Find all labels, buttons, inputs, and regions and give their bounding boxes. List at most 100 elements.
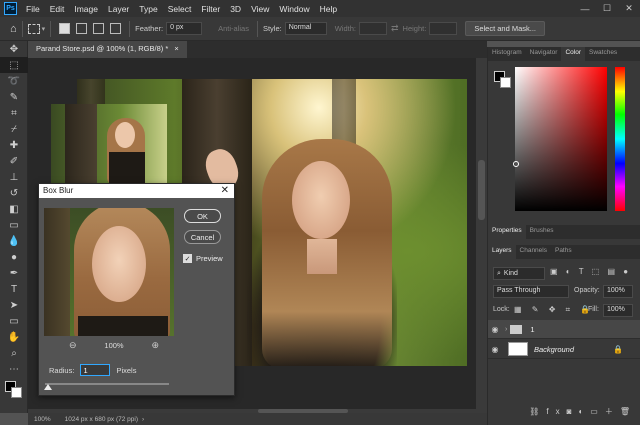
- clone-stamp-tool-icon[interactable]: ⊥: [0, 169, 28, 185]
- menu-image[interactable]: Image: [69, 4, 103, 14]
- tab-histogram[interactable]: Histogram: [488, 47, 526, 61]
- tab-properties[interactable]: Properties: [488, 225, 526, 239]
- layer-row[interactable]: ◉ Background 🔒: [488, 340, 640, 359]
- quick-selection-tool-icon[interactable]: ✎: [0, 89, 28, 105]
- radius-input[interactable]: 1: [80, 364, 111, 376]
- style-select[interactable]: Normal: [284, 22, 327, 35]
- menu-view[interactable]: View: [246, 4, 274, 14]
- menu-type[interactable]: Type: [134, 4, 162, 14]
- layer-filter-icons[interactable]: ▣ ◐ T ⬚ ▤ ●: [550, 267, 631, 276]
- background-color-swatch[interactable]: [11, 387, 22, 398]
- lock-icons[interactable]: ▦ ✎ ✥ ⌗ 🔒: [514, 305, 594, 315]
- eraser-tool-icon[interactable]: ◧: [0, 201, 28, 217]
- radius-slider-handle[interactable]: [44, 384, 52, 390]
- chevron-down-icon[interactable]: ▾: [42, 25, 46, 33]
- marquee-tool-icon[interactable]: [27, 23, 40, 34]
- fill-input[interactable]: 100%: [603, 304, 633, 317]
- document-tab[interactable]: Parand Store.psd @ 100% (1, RGB/8) * ×: [28, 41, 187, 58]
- fx-icon[interactable]: fx: [546, 407, 566, 416]
- hue-slider[interactable]: [615, 67, 625, 211]
- tab-paths[interactable]: Paths: [551, 245, 576, 259]
- new-selection-icon[interactable]: [59, 23, 71, 34]
- zoom-out-icon[interactable]: ⊖: [69, 340, 77, 351]
- menu-edit[interactable]: Edit: [45, 4, 70, 14]
- zoom-tool-icon[interactable]: ⌕: [0, 345, 28, 361]
- link-layers-icon[interactable]: ⛓: [529, 407, 546, 416]
- menu-window[interactable]: Window: [274, 4, 314, 14]
- zoom-in-icon[interactable]: ⊕: [151, 340, 159, 351]
- minimize-button[interactable]: —: [574, 0, 596, 17]
- zoom-level[interactable]: 100%: [34, 416, 51, 423]
- hand-tool-icon[interactable]: ✋: [0, 329, 28, 345]
- swap-icon[interactable]: ⇄: [391, 23, 399, 34]
- type-tool-icon[interactable]: T: [0, 281, 28, 297]
- history-brush-tool-icon[interactable]: ↺: [0, 185, 28, 201]
- path-selection-tool-icon[interactable]: ➤: [0, 297, 28, 313]
- trash-icon[interactable]: 🗑: [620, 407, 637, 416]
- gradient-tool-icon[interactable]: ▭: [0, 217, 28, 233]
- vertical-scrollbar[interactable]: [476, 58, 487, 409]
- brush-tool-icon[interactable]: ✐: [0, 153, 28, 169]
- layer-filter-select[interactable]: ⌕ Kind: [493, 267, 545, 280]
- menu-layer[interactable]: Layer: [103, 4, 134, 14]
- marquee-tool-icon[interactable]: ⬚: [0, 57, 28, 73]
- tab-swatches[interactable]: Swatches: [585, 47, 621, 61]
- close-tab-icon[interactable]: ×: [174, 44, 178, 53]
- more-tools-icon[interactable]: ⋯: [0, 361, 28, 377]
- close-icon[interactable]: ✕: [221, 185, 229, 196]
- new-layer-icon[interactable]: ＋: [605, 406, 620, 417]
- preview-checkbox[interactable]: ✓: [183, 254, 192, 263]
- height-input[interactable]: [429, 22, 458, 35]
- close-window-button[interactable]: ✕: [618, 0, 640, 17]
- layer-name[interactable]: Background: [534, 345, 574, 354]
- pen-tool-icon[interactable]: ✒: [0, 265, 28, 281]
- menu-filter[interactable]: Filter: [196, 4, 225, 14]
- lasso-tool-icon[interactable]: ➰: [0, 73, 28, 89]
- vertical-scrollbar-thumb[interactable]: [478, 160, 485, 220]
- cancel-button[interactable]: Cancel: [184, 230, 221, 244]
- eye-icon[interactable]: ◉: [488, 325, 502, 334]
- blur-tool-icon[interactable]: 💧: [0, 233, 28, 249]
- chevron-right-icon[interactable]: ›: [142, 416, 144, 423]
- blend-mode-select[interactable]: Pass Through: [493, 285, 569, 298]
- ok-button[interactable]: OK: [184, 209, 221, 223]
- tab-color[interactable]: Color: [561, 47, 585, 61]
- width-input[interactable]: [359, 22, 387, 35]
- select-and-mask-button[interactable]: Select and Mask...: [465, 21, 546, 36]
- layer-row[interactable]: ◉ › 1: [488, 320, 640, 339]
- dodge-tool-icon[interactable]: ●: [0, 249, 28, 265]
- move-tool-icon[interactable]: ✥: [0, 41, 28, 57]
- dialog-title-bar[interactable]: Box Blur: [39, 184, 234, 198]
- rectangle-tool-icon[interactable]: ▭: [0, 313, 28, 329]
- tab-channels[interactable]: Channels: [516, 245, 551, 259]
- color-field[interactable]: [513, 67, 607, 211]
- filter-preview[interactable]: [44, 208, 174, 336]
- eyedropper-tool-icon[interactable]: ⌿: [0, 121, 28, 137]
- intersect-selection-icon[interactable]: [110, 23, 122, 34]
- radius-slider-track[interactable]: [45, 383, 169, 385]
- tab-brushes[interactable]: Brushes: [526, 225, 558, 239]
- eye-icon[interactable]: ◉: [488, 345, 502, 354]
- mask-icon[interactable]: ◙: [567, 407, 579, 416]
- tab-layers[interactable]: Layers: [488, 245, 516, 259]
- feather-input[interactable]: 0 px: [166, 22, 203, 35]
- crop-tool-icon[interactable]: ⌗: [0, 105, 28, 121]
- add-selection-icon[interactable]: [76, 23, 88, 34]
- background-color-swatch[interactable]: [500, 77, 511, 88]
- tab-navigator[interactable]: Navigator: [526, 47, 562, 61]
- home-icon[interactable]: ⌂: [10, 23, 17, 35]
- menu-help[interactable]: Help: [315, 4, 342, 14]
- layer-name[interactable]: 1: [530, 325, 534, 334]
- adjustment-layer-icon[interactable]: ◐: [578, 407, 590, 416]
- opacity-input[interactable]: 100%: [603, 285, 633, 298]
- subtract-selection-icon[interactable]: [93, 23, 105, 34]
- new-group-icon[interactable]: ▭: [590, 407, 605, 416]
- healing-brush-tool-icon[interactable]: ✚: [0, 137, 28, 153]
- menu-file[interactable]: File: [21, 4, 45, 14]
- maximize-button[interactable]: ☐: [596, 0, 618, 17]
- anti-alias-checkbox[interactable]: Anti-alias: [218, 24, 249, 33]
- color-picker-marker[interactable]: [513, 161, 519, 167]
- chevron-right-icon[interactable]: ›: [505, 326, 507, 333]
- menu-3d[interactable]: 3D: [225, 4, 246, 14]
- menu-select[interactable]: Select: [163, 4, 197, 14]
